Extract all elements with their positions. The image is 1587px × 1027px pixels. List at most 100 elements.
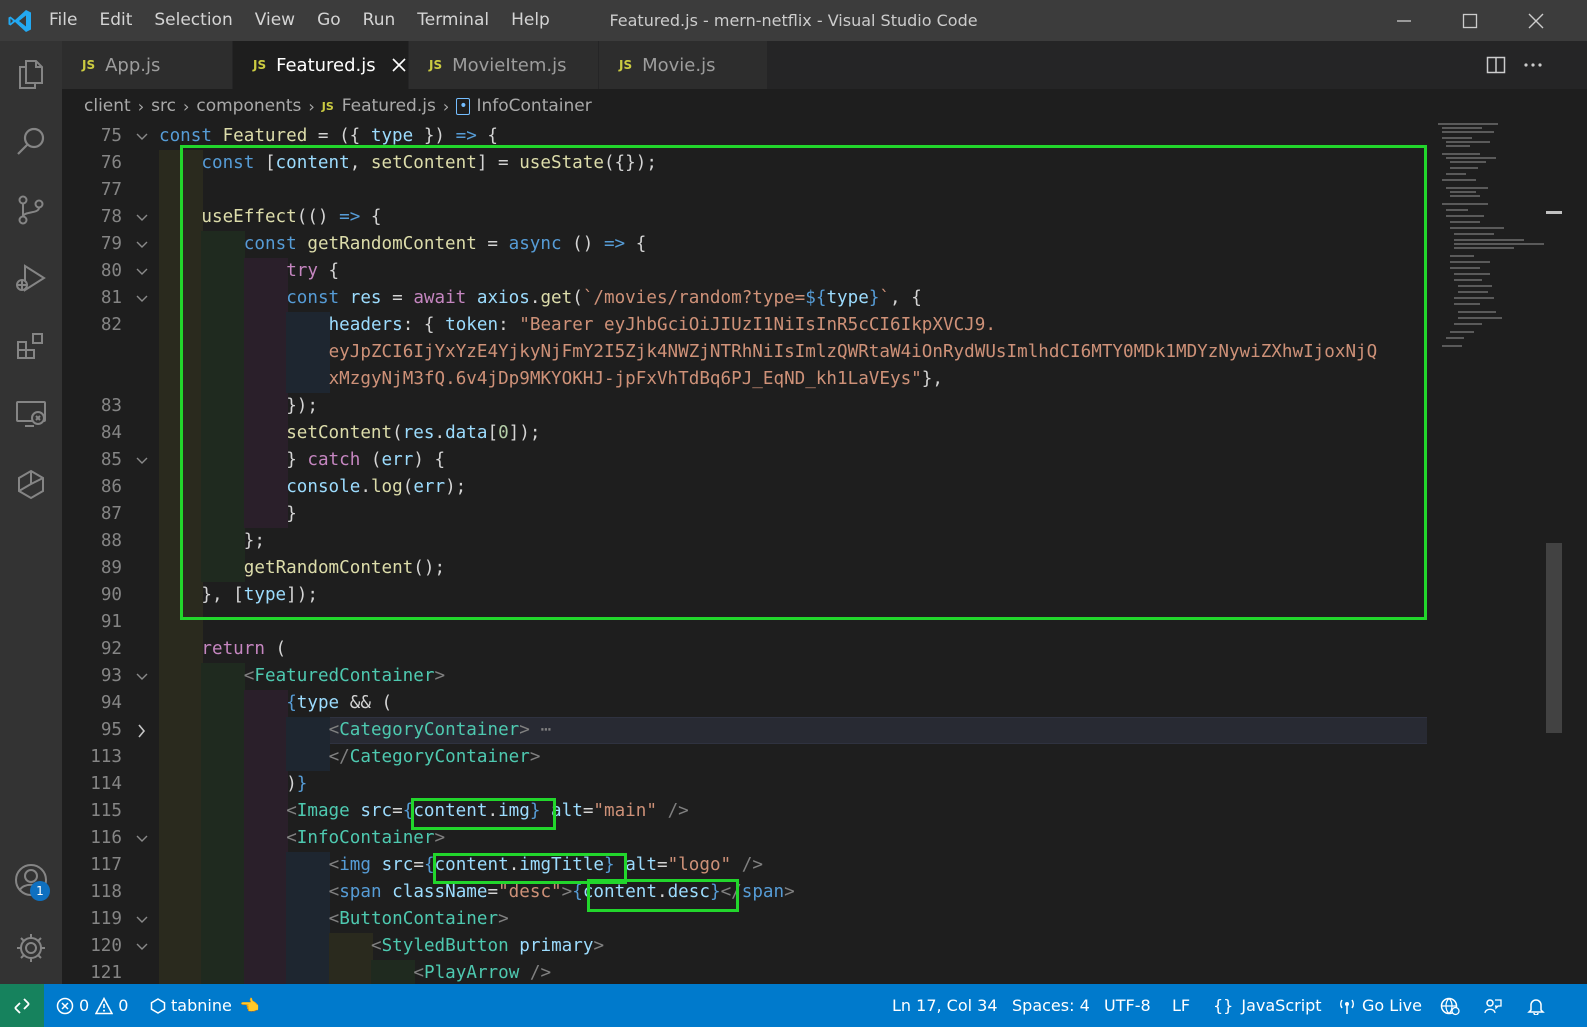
split-editor-button[interactable] [1482,51,1510,79]
tabnine-icon[interactable] [0,453,62,515]
cursor-position[interactable]: Ln 17, Col 34 [892,984,998,1027]
menu-file[interactable]: File [38,0,88,41]
title-bar: File Edit Selection View Go Run Terminal… [0,0,1587,41]
indent-guide [286,717,331,744]
remote-indicator-button[interactable] [0,984,44,1027]
tab-movie-js[interactable]: JS Movie.js [599,41,768,89]
menu-selection[interactable]: Selection [143,0,243,41]
encoding-setting[interactable]: UTF-8 [1104,984,1151,1027]
highlight-box-content-img [411,798,556,830]
close-window-button[interactable] [1503,0,1569,41]
more-actions-button[interactable] [1519,51,1547,79]
fold-chevron-down-icon[interactable] [134,906,150,933]
fold-chevron-down-icon[interactable] [134,933,150,960]
line-number: 80 [100,261,122,281]
fold-chevron-down-icon[interactable] [134,258,150,285]
tab-featured-js[interactable]: JS Featured.js [233,41,409,89]
indent-guide [328,933,373,960]
fold-chevron-down-icon[interactable] [134,204,150,231]
search-icon[interactable] [0,111,62,173]
menu-view[interactable]: View [244,0,306,41]
fold-chevron-down-icon[interactable] [134,447,150,474]
settings-gear-icon[interactable] [0,917,62,979]
highlight-box-content-desc [587,879,739,912]
more-dots-icon [1524,63,1542,67]
language-mode-button[interactable]: {} JavaScript [1213,984,1322,1027]
indent-guide [243,852,288,879]
tabnine-status-button[interactable]: tabnine 👈 [150,984,260,1027]
feedback-button[interactable] [1484,984,1502,1027]
minimap[interactable] [1434,123,1550,363]
breadcrumb-item[interactable]: components [196,96,301,116]
symbol-variable-icon: • [456,97,471,115]
vertical-scrollbar[interactable] [1544,123,1564,984]
scrollbar-thumb[interactable] [1546,543,1562,733]
fold-chevron-right-icon[interactable] [134,717,150,744]
indent-guide [243,960,288,984]
code-text: </CategoryContainer> [328,747,541,767]
explorer-icon[interactable] [0,43,62,105]
indent-guide [201,933,246,960]
menu-edit[interactable]: Edit [88,0,143,41]
indentation-setting[interactable]: Spaces: 4 [1012,984,1090,1027]
menu-go[interactable]: Go [306,0,352,41]
line-number: 116 [90,828,122,848]
breadcrumb-item[interactable]: src [151,96,176,116]
menu-run[interactable]: Run [352,0,407,41]
indent-guide [159,690,203,717]
extensions-icon[interactable] [0,315,62,377]
maximize-button[interactable] [1437,0,1503,41]
close-tab-button[interactable] [390,55,408,75]
tab-app-js[interactable]: JS App.js [62,41,233,89]
chevron-right-icon: › [182,96,190,116]
line-number: 118 [90,882,122,902]
pointing-hand-icon: 👈 [239,996,260,1015]
indent-guide [201,960,246,984]
tab-label: Featured.js [276,54,376,76]
indent-guide [159,906,203,933]
fold-chevron-down-icon[interactable] [134,123,150,150]
indent-guide [201,798,246,825]
breadcrumb-item[interactable]: client [84,96,131,116]
fold-chevron-down-icon[interactable] [134,825,150,852]
minimize-button[interactable] [1371,0,1437,41]
go-live-button[interactable]: Go Live [1338,984,1422,1027]
source-control-icon[interactable] [0,179,62,241]
line-number: 114 [90,774,122,794]
line-number: 92 [100,639,122,659]
code-line: 116 <InfoContainer> [62,825,1432,852]
remote-explorer-icon[interactable] [0,383,62,445]
run-debug-icon[interactable] [0,247,62,309]
indent-guide [201,717,246,744]
line-number: 86 [100,477,122,497]
line-number: 94 [100,693,122,713]
notifications-button[interactable] [1527,984,1545,1027]
fold-chevron-down-icon[interactable] [134,663,150,690]
editor-tab-bar: JS App.js JS Featured.js JS MovieItem.js… [62,41,1587,89]
code-editor[interactable]: 75 const Featured = ({ type }) => {76 cons… [62,123,1587,984]
chevron-right-icon: › [137,96,145,116]
tab-movieitem-js[interactable]: JS MovieItem.js [409,41,599,89]
code-line: 93 <FeaturedContainer> [62,663,1432,690]
menu-help[interactable]: Help [500,0,561,41]
account-icon[interactable]: 1 [0,849,62,911]
indent-guide [286,744,331,771]
breadcrumb-file[interactable]: Featured.js [342,96,436,116]
code-text: return ( [201,639,287,659]
fold-chevron-down-icon[interactable] [134,285,150,312]
indent-guide [286,960,331,984]
menu-terminal[interactable]: Terminal [406,0,500,41]
error-count: 0 [79,996,90,1015]
code-line: 118 <span className="desc">{content.desc}… [62,879,1432,906]
breadcrumb-symbol[interactable]: InfoContainer [476,96,591,116]
indent-guide [328,960,373,984]
indent-guide [243,879,288,906]
line-number: 93 [100,666,122,686]
chevron-right-icon: › [308,96,315,116]
fold-chevron-down-icon[interactable] [134,231,150,258]
line-number: 90 [100,585,122,605]
end-of-line-setting[interactable]: LF [1172,984,1190,1027]
code-line: 113 </CategoryContainer> [62,744,1432,771]
live-share-button[interactable] [1440,984,1460,1027]
problems-button[interactable]: 0 0 [56,984,128,1027]
